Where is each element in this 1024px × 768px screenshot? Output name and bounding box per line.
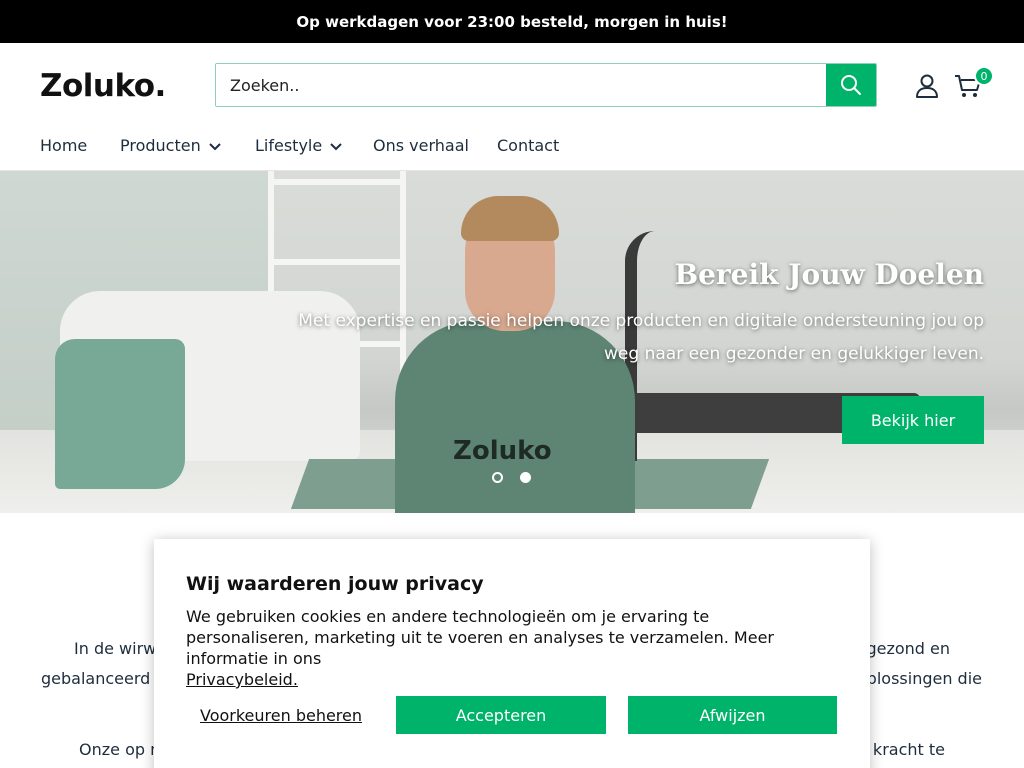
manage-preferences-button[interactable]: Voorkeuren beheren bbox=[186, 696, 376, 734]
user-icon bbox=[916, 74, 938, 98]
slider-dot-1[interactable] bbox=[492, 472, 503, 483]
slider-dot-2[interactable] bbox=[520, 472, 531, 483]
reject-button[interactable]: Afwijzen bbox=[628, 696, 837, 734]
cookie-description: We gebruiken cookies en andere technolog… bbox=[186, 607, 774, 668]
hero-text-block: Bereik Jouw Doelen Met expertise en pass… bbox=[284, 258, 984, 371]
hero-subtitle: Met expertise en passie helpen onze prod… bbox=[298, 311, 984, 364]
main-navigation: Home Producten Lifestyle Ons verhaal Con… bbox=[0, 129, 1024, 171]
nav-item-label: Contact bbox=[497, 136, 560, 155]
shirt-logo-text: Zoluko bbox=[453, 436, 552, 466]
intro-text-fragment: gebalanceerd le bbox=[41, 669, 170, 688]
intro-text-fragment: In de wirwa bbox=[74, 639, 167, 658]
accept-button[interactable]: Accepteren bbox=[396, 696, 606, 734]
nav-item-producten[interactable]: Producten bbox=[120, 129, 221, 162]
intro-text-fragment: e kracht te bbox=[858, 740, 945, 759]
search-input[interactable] bbox=[216, 64, 826, 106]
cookie-title: Wij waarderen jouw privacy bbox=[186, 573, 484, 595]
search-button[interactable] bbox=[826, 64, 876, 106]
nav-item-label: Producten bbox=[120, 136, 201, 155]
nav-item-ons-verhaal[interactable]: Ons verhaal bbox=[373, 129, 469, 162]
nav-item-label: Home bbox=[40, 136, 88, 155]
announcement-bar: Op werkdagen voor 23:00 besteld, morgen … bbox=[0, 0, 1024, 43]
nav-item-label: Ons verhaal bbox=[373, 136, 469, 155]
shelf-board bbox=[268, 179, 406, 185]
intro-text-fragment: gezond en bbox=[866, 639, 950, 658]
announcement-text: Op werkdagen voor 23:00 besteld, morgen … bbox=[296, 12, 728, 31]
account-button[interactable] bbox=[914, 73, 940, 99]
intro-text-fragment: Onze op n bbox=[79, 740, 161, 759]
hero-cta-button[interactable]: Bekijk hier bbox=[842, 396, 984, 444]
intro-text-fragment: oplossingen die bbox=[856, 669, 982, 688]
cookie-consent-dialog: Wij waarderen jouw privacy We gebruiken … bbox=[154, 539, 870, 768]
hero-blanket bbox=[55, 339, 185, 489]
cookie-text: We gebruiken cookies en andere technolog… bbox=[186, 606, 816, 690]
nav-item-label: Lifestyle bbox=[255, 136, 323, 155]
search-bar bbox=[215, 63, 877, 107]
search-icon bbox=[841, 75, 861, 95]
hero-title: Bereik Jouw Doelen bbox=[674, 258, 984, 291]
nav-item-home[interactable]: Home bbox=[40, 129, 87, 162]
person-hair bbox=[461, 196, 559, 241]
chevron-down-icon bbox=[330, 142, 342, 150]
cart-count-badge: 0 bbox=[974, 66, 994, 86]
site-logo[interactable]: Zoluko. bbox=[40, 68, 166, 104]
nav-item-lifestyle[interactable]: Lifestyle bbox=[255, 129, 342, 162]
nav-item-contact[interactable]: Contact bbox=[497, 129, 559, 162]
privacy-policy-link[interactable]: Privacybeleid. bbox=[186, 670, 298, 689]
site-header: Zoluko. 0 bbox=[0, 43, 1024, 129]
chevron-down-icon bbox=[209, 142, 221, 150]
